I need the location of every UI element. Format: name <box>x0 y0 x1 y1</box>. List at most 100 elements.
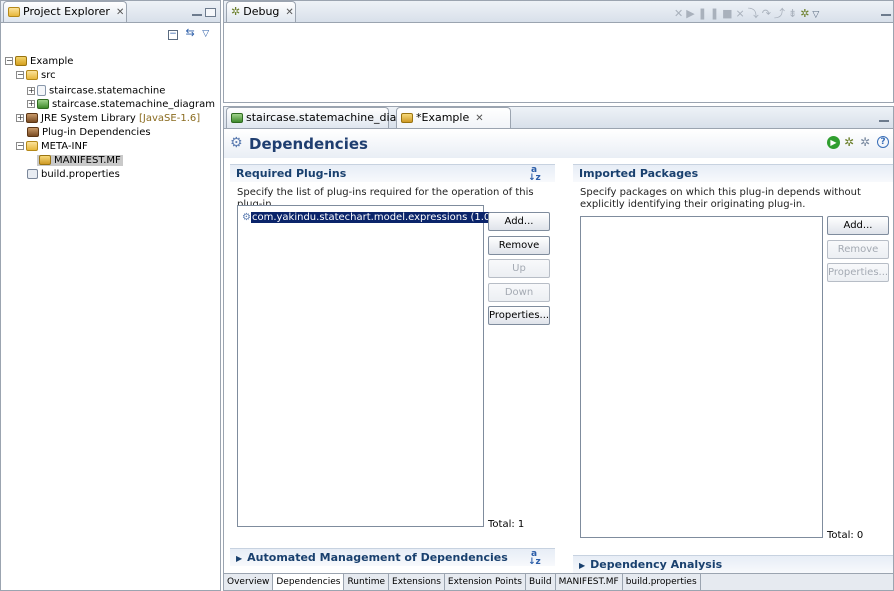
tab-staircase-statemachine-diagram[interactable]: staircase.statemachine_diagram <box>226 107 425 128</box>
minimize-icon[interactable] <box>881 14 891 17</box>
diagram-icon <box>231 113 243 123</box>
page-tab-build[interactable]: Build <box>526 574 556 590</box>
project-icon <box>15 56 27 66</box>
tree-item-build-properties[interactable]: build.properties <box>27 169 120 181</box>
tree-item-example[interactable]: − Example <box>5 56 73 68</box>
form-header: ⚙ Dependencies ▶ ✲ ✲ ? <box>224 130 893 158</box>
tab-project-explorer[interactable]: Project Explorer ✕ <box>3 1 127 22</box>
required-total: Total: 1 <box>488 519 525 530</box>
tree-item-staircase-statemachine[interactable]: + staircase.statemachine <box>27 85 165 97</box>
remove-terminated-icon[interactable]: ✕ <box>674 7 686 20</box>
export-icon[interactable]: ✲ <box>860 135 870 149</box>
required-add-button[interactable]: Add... <box>488 212 550 231</box>
page-tab-dependencies[interactable]: Dependencies <box>273 574 345 590</box>
run-icon[interactable]: ▶ <box>827 136 840 149</box>
library-icon <box>27 127 39 137</box>
page-tab-build-properties[interactable]: build.properties <box>623 574 701 590</box>
tree-item-label: META-INF <box>41 141 88 152</box>
view-controls <box>878 7 891 20</box>
form-body: ⚙ Dependencies ▶ ✲ ✲ ? Required Plug-ins… <box>224 130 893 573</box>
page-tab-manifest-mf[interactable]: MANIFEST.MF <box>556 574 623 590</box>
sort-icon[interactable]: a ↓z <box>528 166 541 183</box>
tree-item-plugin-dependencies[interactable]: Plug-in Dependencies <box>27 127 151 139</box>
imported-total: Total: 0 <box>827 530 864 541</box>
link-with-editor-icon[interactable]: ⇆ <box>186 26 195 39</box>
tab-debug[interactable]: ✲ Debug ✕ <box>226 1 296 22</box>
suspend-icon[interactable]: ❚❚ <box>698 7 722 20</box>
imported-properties-button[interactable]: Properties... <box>827 263 889 282</box>
debug-launch-icon[interactable]: ✲ <box>844 135 854 149</box>
required-down-button[interactable]: Down <box>488 283 550 302</box>
editor-page-tabs: Overview Dependencies Runtime Extensions Ext… <box>224 573 893 590</box>
page-tab-overview[interactable]: Overview <box>224 574 274 590</box>
tree-item-src[interactable]: − src <box>16 70 56 82</box>
close-icon[interactable]: ✕ <box>116 7 124 18</box>
tree-item-label: Plug-in Dependencies <box>42 127 151 138</box>
page-tab-extension-points[interactable]: Extension Points <box>445 574 526 590</box>
required-plugins-list[interactable]: ⚙com.yakindu.statechart.model.expression… <box>237 205 505 527</box>
list-item[interactable]: ⚙com.yakindu.statechart.model.expression… <box>242 212 505 223</box>
library-icon <box>26 113 38 123</box>
page-tab-extensions[interactable]: Extensions <box>389 574 445 590</box>
page-tab-runtime[interactable]: Runtime <box>344 574 390 590</box>
expand-toggle-icon[interactable]: + <box>16 114 24 122</box>
step-over-icon[interactable]: ↷ <box>762 7 774 20</box>
terminate-icon[interactable]: ■ <box>722 7 735 20</box>
maximize-icon[interactable] <box>205 8 216 17</box>
dependency-analysis-section-header[interactable]: ▶ Dependency Analysis <box>573 555 893 573</box>
tree-item-staircase-statemachine-diagram[interactable]: + staircase.statemachine_diagram <box>27 99 215 111</box>
view-controls <box>189 7 216 20</box>
minimize-icon[interactable] <box>192 14 202 17</box>
imported-remove-button[interactable]: Remove <box>827 240 889 259</box>
folder-icon <box>26 70 38 80</box>
tree-item-jre-system-library[interactable]: + JRE System Library [JavaSE-1.6] <box>16 113 200 125</box>
collapse-all-icon[interactable]: − <box>168 30 178 40</box>
folder-icon <box>26 141 38 151</box>
required-plugins-section-header: Required Plug-ins <box>230 164 555 182</box>
project-explorer-view: Project Explorer ✕ − ⇆ ▽ − Example − src + s… <box>0 0 221 591</box>
minimize-icon[interactable] <box>879 120 889 123</box>
disconnect-icon[interactable]: ⨯ <box>736 7 748 20</box>
debug-toolbar: ✕▶❚❚■⨯⤵↷⤴⇟✲▽ <box>674 5 822 21</box>
sort-icon[interactable]: a ↓z <box>528 550 541 567</box>
view-menu-icon[interactable]: ▽ <box>812 10 822 20</box>
required-remove-button[interactable]: Remove <box>488 236 550 255</box>
close-icon[interactable]: ✕ <box>475 113 483 124</box>
explorer-toolbar: − ⇆ ▽ <box>168 26 209 40</box>
required-properties-button[interactable]: Properties... <box>488 306 550 325</box>
imported-packages-section-header: Imported Packages <box>573 164 893 182</box>
tree-item-manifest-mf[interactable]: MANIFEST.MF <box>37 155 123 167</box>
tab-example[interactable]: *Example ✕ <box>396 107 511 128</box>
tree-item-meta-inf[interactable]: − META-INF <box>16 141 88 153</box>
dependencies-icon: ⚙ <box>230 135 243 151</box>
close-icon[interactable]: ✕ <box>285 7 293 18</box>
expand-toggle-icon[interactable]: + <box>27 100 35 108</box>
debug-tab-label: Debug <box>243 5 280 18</box>
expand-arrow-icon[interactable]: ▶ <box>236 554 242 563</box>
collapse-toggle-icon[interactable]: − <box>16 142 24 150</box>
debug-icon: ✲ <box>231 5 241 18</box>
form-title: Dependencies <box>249 135 368 153</box>
help-icon[interactable]: ? <box>877 136 889 148</box>
collapse-toggle-icon[interactable]: − <box>5 57 13 65</box>
manifest-icon <box>401 113 413 123</box>
collapse-toggle-icon[interactable]: − <box>16 71 24 79</box>
debug-view: ✲ Debug ✕ ✕▶❚❚■⨯⤵↷⤴⇟✲▽ <box>223 0 894 103</box>
step-into-icon[interactable]: ⤵ <box>748 7 762 20</box>
use-step-filters-icon[interactable]: ✲ <box>800 7 812 20</box>
required-up-button[interactable]: Up <box>488 259 550 278</box>
expand-arrow-icon[interactable]: ▶ <box>579 561 585 570</box>
tree-item-label: src <box>41 70 56 81</box>
resume-icon[interactable]: ▶ <box>686 7 697 20</box>
editor-tab-label: *Example <box>416 111 470 124</box>
step-return-icon[interactable]: ⤴ <box>774 7 788 20</box>
drop-to-frame-icon[interactable]: ⇟ <box>788 7 800 20</box>
imported-add-button[interactable]: Add... <box>827 216 889 235</box>
tree-item-label: Example <box>30 56 74 67</box>
expand-toggle-icon[interactable]: + <box>27 86 35 95</box>
automated-management-section-header[interactable]: ▶ Automated Management of Dependencies <box>230 548 555 566</box>
view-menu-icon[interactable]: ▽ <box>202 29 209 39</box>
imported-packages-list[interactable] <box>580 216 823 538</box>
imported-packages-description: Specify packages on which this plug-in d… <box>580 187 861 210</box>
manifest-editor: staircase.statemachine_diagram *Example ✕… <box>223 106 894 591</box>
